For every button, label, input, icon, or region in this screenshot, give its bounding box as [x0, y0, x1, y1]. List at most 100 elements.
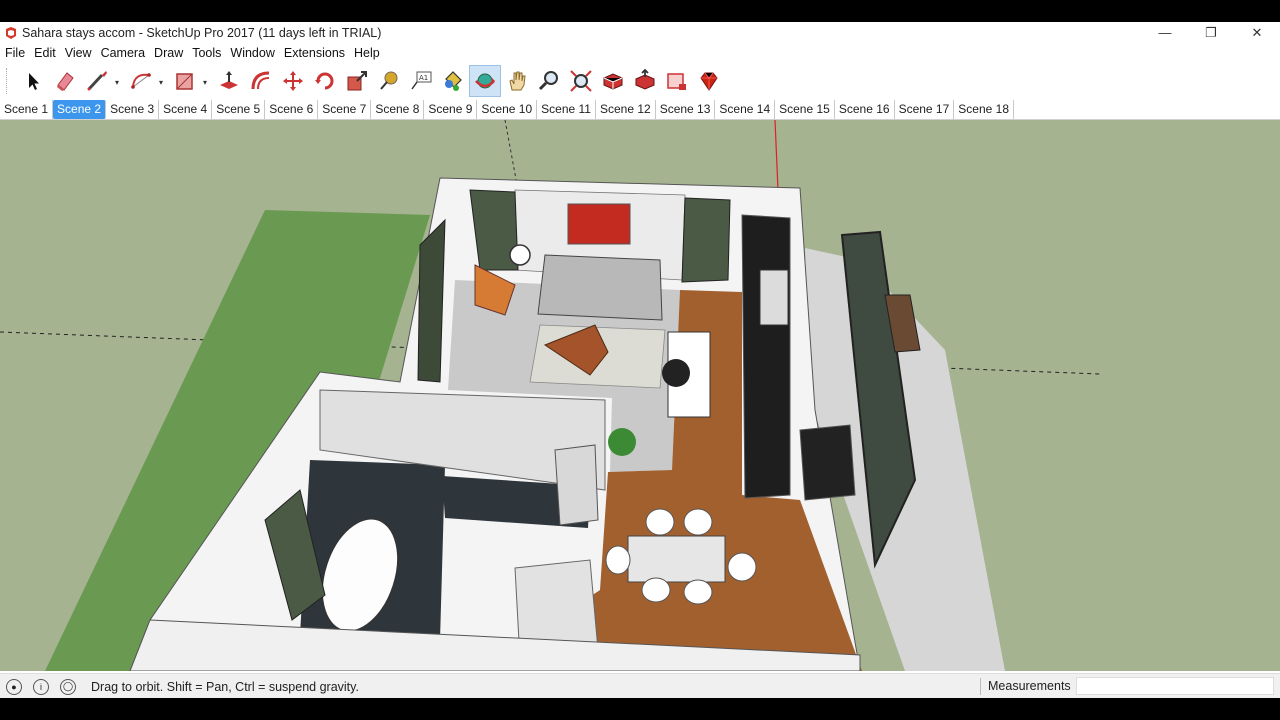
dining-chair: [645, 508, 675, 536]
tab-scene-11[interactable]: Scene 11: [537, 99, 596, 119]
dining-table: [627, 535, 726, 583]
tab-scene-13[interactable]: Scene 13: [656, 99, 716, 119]
model-view[interactable]: [0, 120, 1280, 671]
interior-door: [554, 444, 599, 526]
floor-lamp: [509, 244, 531, 266]
outdoor-sideboard: [799, 424, 856, 501]
tab-scene-17[interactable]: Scene 17: [895, 99, 955, 119]
scene-tabs: Scene 1 Scene 2 Scene 3 Scene 4 Scene 5 …: [0, 99, 1280, 120]
tab-scene-1[interactable]: Scene 1: [0, 99, 54, 119]
restore-button[interactable]: ❐: [1188, 22, 1234, 43]
push-pull-tool-icon: [220, 71, 238, 89]
kitchen-cabinets: [741, 214, 791, 499]
dining-chair: [683, 508, 713, 536]
menu-window[interactable]: Window: [226, 46, 278, 60]
ruby-console-button[interactable]: [693, 65, 725, 97]
window-title: Sahara stays accom - SketchUp Pro 2017 (…: [22, 25, 382, 40]
line-tool-icon: [87, 71, 107, 91]
menu-tools[interactable]: Tools: [188, 46, 225, 60]
offset-tool-icon: [251, 71, 270, 90]
pan-tool-icon: [509, 71, 526, 91]
tab-scene-5[interactable]: Scene 5: [212, 99, 266, 119]
measurements-input[interactable]: [1076, 677, 1274, 695]
offset-tool-button[interactable]: [245, 65, 277, 97]
tape-measure-tool-icon: [380, 71, 398, 90]
menu-extensions[interactable]: Extensions: [280, 46, 349, 60]
tab-scene-9[interactable]: Scene 9: [424, 99, 478, 119]
move-tool-button[interactable]: [277, 65, 309, 97]
tab-scene-6[interactable]: Scene 6: [265, 99, 319, 119]
zoom-tool-button[interactable]: [533, 65, 565, 97]
tab-scene-4[interactable]: Scene 4: [159, 99, 213, 119]
paint-bucket-tool-icon: [445, 71, 462, 91]
rotate-tool-icon: [315, 72, 334, 90]
dining-chair: [641, 577, 671, 603]
extension-warehouse-icon: [667, 73, 686, 90]
extension-warehouse-button[interactable]: [661, 65, 693, 97]
status-hint: Drag to orbit. Shift = Pan, Ctrl = suspe…: [91, 679, 359, 694]
minimize-button[interactable]: —: [1142, 22, 1188, 43]
dining-chair: [683, 579, 713, 605]
text-tool-button[interactable]: A1: [405, 65, 437, 97]
tab-scene-12[interactable]: Scene 12: [596, 99, 656, 119]
menu-edit[interactable]: Edit: [30, 46, 60, 60]
rectangle-tool-button[interactable]: ▾: [169, 65, 207, 97]
menu-help[interactable]: Help: [350, 46, 384, 60]
tab-scene-7[interactable]: Scene 7: [318, 99, 372, 119]
tab-scene-2[interactable]: Scene 2: [53, 99, 107, 119]
wall-painting: [567, 203, 631, 245]
dining-chair: [727, 552, 757, 582]
scale-tool-icon: [347, 71, 367, 91]
arc-tool-icon: [131, 73, 151, 89]
share-model-button[interactable]: [629, 65, 661, 97]
drawing-viewport[interactable]: [0, 120, 1280, 671]
geolocation-icon[interactable]: ●: [6, 678, 22, 695]
select-tool-icon: [29, 73, 39, 90]
push-pull-tool-button[interactable]: [213, 65, 245, 97]
3d-warehouse-icon: [603, 73, 623, 90]
tab-scene-15[interactable]: Scene 15: [775, 99, 835, 119]
sketchup-window: Sahara stays accom - SketchUp Pro 2017 (…: [0, 22, 1280, 699]
paint-bucket-tool-button[interactable]: [437, 65, 469, 97]
credits-icon[interactable]: i: [33, 678, 49, 695]
menu-view[interactable]: View: [61, 46, 96, 60]
select-tool-button[interactable]: [17, 65, 49, 97]
chevron-down-icon[interactable]: ▾: [159, 78, 163, 87]
chevron-down-icon[interactable]: ▾: [115, 78, 119, 87]
rotate-tool-button[interactable]: [309, 65, 341, 97]
rectangle-tool-icon: [176, 73, 193, 90]
sofa: [537, 254, 663, 321]
eraser-tool-button[interactable]: [49, 65, 81, 97]
menu-camera[interactable]: Camera: [97, 46, 149, 60]
line-tool-button[interactable]: ▾: [81, 65, 119, 97]
menu-bar: File Edit View Camera Draw Tools Window …: [0, 43, 1280, 63]
share-model-icon: [635, 69, 655, 90]
scale-tool-button[interactable]: [341, 65, 373, 97]
arc-tool-button[interactable]: ▾: [125, 65, 163, 97]
tab-scene-16[interactable]: Scene 16: [835, 99, 895, 119]
3d-warehouse-button[interactable]: [597, 65, 629, 97]
chevron-down-icon[interactable]: ▾: [203, 78, 207, 87]
red-axis-line: [774, 120, 779, 191]
orbit-tool-icon: [475, 73, 495, 89]
tab-scene-8[interactable]: Scene 8: [371, 99, 425, 119]
user-account-icon[interactable]: ◯: [60, 678, 76, 695]
zoom-extents-tool-button[interactable]: [565, 65, 597, 97]
status-divider: [980, 678, 981, 695]
zoom-extents-tool-icon: [570, 70, 592, 92]
tab-scene-3[interactable]: Scene 3: [106, 99, 160, 119]
tab-scene-18[interactable]: Scene 18: [954, 99, 1014, 119]
menu-file[interactable]: File: [1, 46, 29, 60]
close-button[interactable]: ✕: [1234, 22, 1280, 43]
menu-draw[interactable]: Draw: [150, 46, 187, 60]
pan-tool-button[interactable]: [501, 65, 533, 97]
tab-scene-10[interactable]: Scene 10: [477, 99, 538, 119]
tab-scene-14[interactable]: Scene 14: [715, 99, 776, 119]
tape-measure-tool-button[interactable]: [373, 65, 405, 97]
eraser-tool-icon: [57, 72, 74, 91]
ruby-console-icon: [700, 72, 718, 91]
orbit-tool-button[interactable]: [469, 65, 501, 97]
zoom-tool-icon: [538, 71, 558, 91]
title-bar: Sahara stays accom - SketchUp Pro 2017 (…: [0, 22, 1280, 43]
toolbar-grip[interactable]: [6, 68, 11, 94]
